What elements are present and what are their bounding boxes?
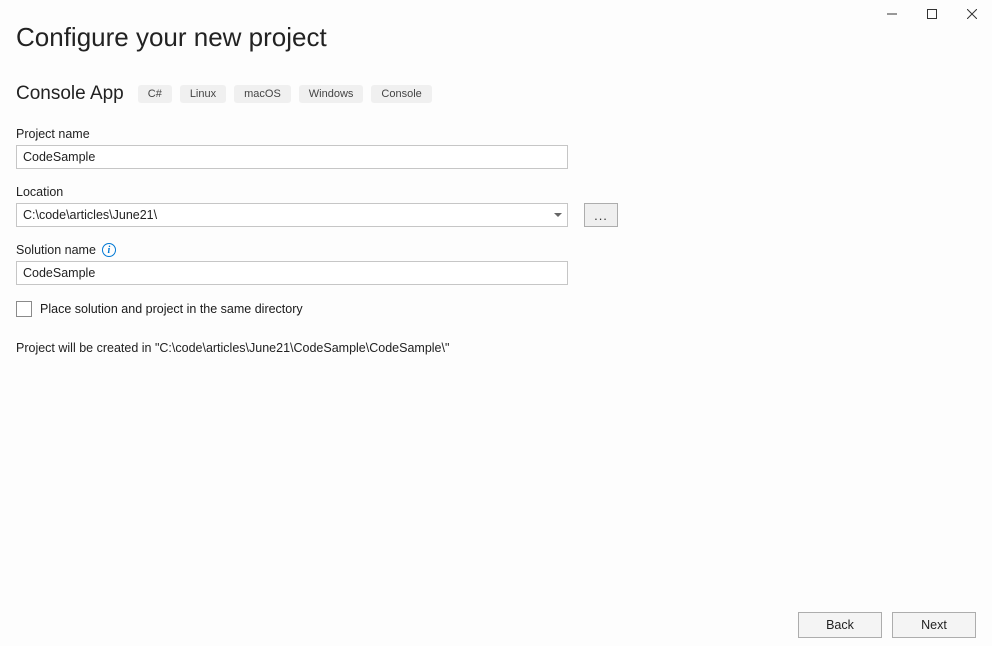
browse-button[interactable]: ... [584,203,618,227]
tag: Windows [299,85,364,103]
solution-name-label: Solution name [16,243,96,257]
same-directory-label: Place solution and project in the same d… [40,302,303,316]
page-title: Configure your new project [16,22,976,53]
location-combo[interactable]: C:\code\articles\June21\ [16,203,568,227]
template-tags: C# Linux macOS Windows Console [138,85,432,103]
project-name-label: Project name [16,127,976,141]
tag: C# [138,85,172,103]
tag: macOS [234,85,291,103]
location-value: C:\code\articles\June21\ [23,208,157,222]
chevron-down-icon [554,213,562,217]
info-icon[interactable]: i [102,243,116,257]
tag: Console [371,85,431,103]
template-name: Console App [16,83,124,105]
location-label: Location [16,185,976,199]
same-directory-checkbox[interactable] [16,301,32,317]
project-path-preview: Project will be created in "C:\code\arti… [16,341,976,355]
project-name-input[interactable] [16,145,568,169]
solution-name-input[interactable] [16,261,568,285]
next-button[interactable]: Next [892,612,976,638]
tag: Linux [180,85,226,103]
back-button[interactable]: Back [798,612,882,638]
